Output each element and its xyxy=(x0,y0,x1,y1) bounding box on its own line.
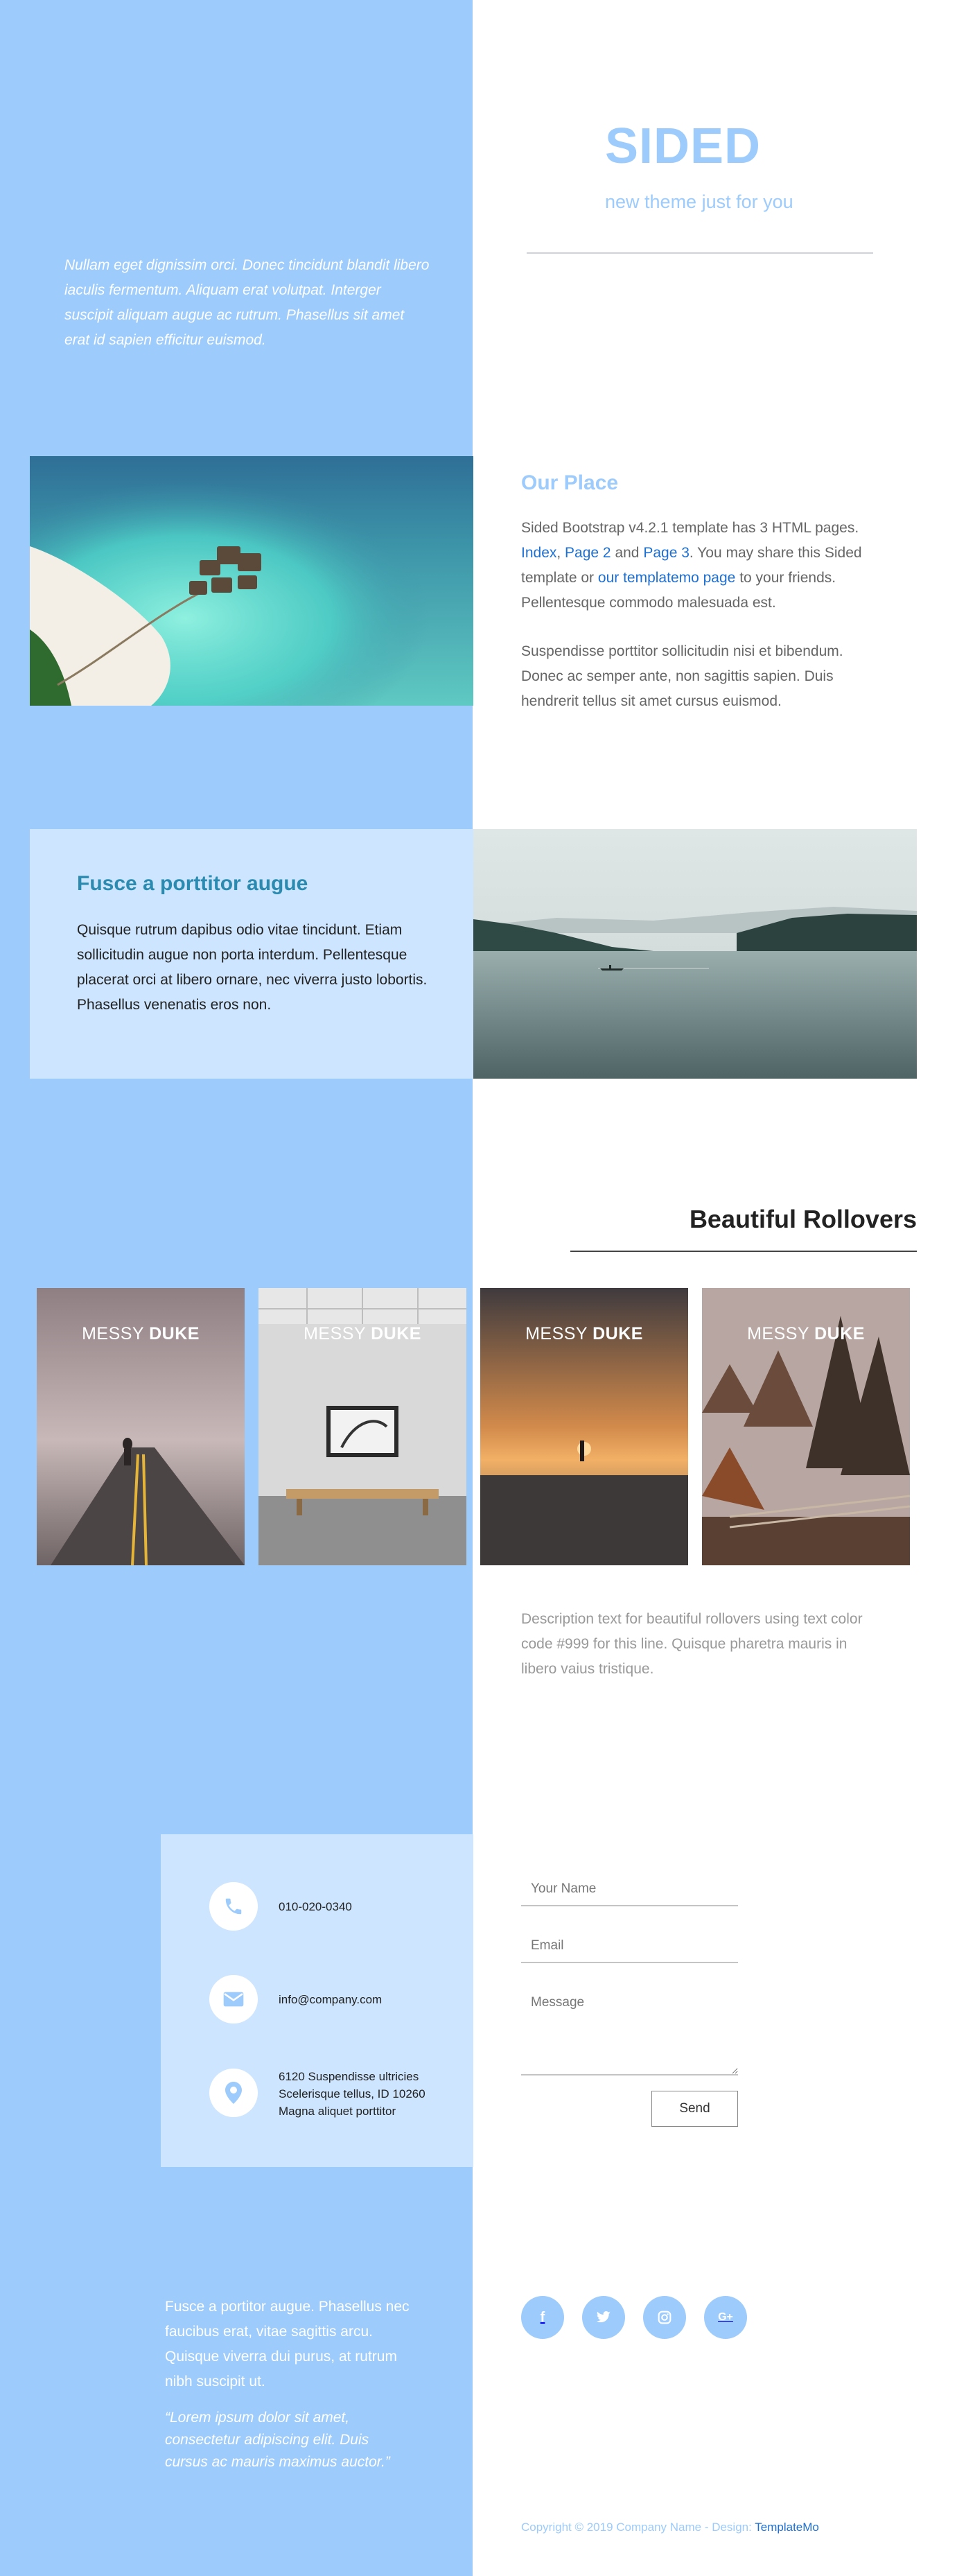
rollover-tile-gallery[interactable]: MESSY DUKE xyxy=(258,1288,466,1565)
our-place-text-separator: and xyxy=(611,545,644,561)
instagram-icon xyxy=(658,2310,671,2324)
message-textarea[interactable] xyxy=(521,1985,738,2075)
twitter-link[interactable] xyxy=(582,2296,625,2339)
phone-icon-circle xyxy=(209,1882,258,1931)
caption-bold: DUKE xyxy=(814,1324,865,1343)
hero-text: Nullam eget dignissim orci. Donec tincid… xyxy=(64,257,430,348)
island-resort-photo xyxy=(30,456,473,706)
our-place-text-part: Sided Bootstrap v4.2.1 template has 3 HT… xyxy=(521,520,859,536)
email-input[interactable] xyxy=(521,1930,738,1963)
our-place-paragraph-1: Sided Bootstrap v4.2.1 template has 3 HT… xyxy=(521,516,881,616)
rollover-caption: MESSY DUKE xyxy=(37,1324,245,1344)
caption-light: MESSY xyxy=(747,1324,809,1343)
address-icon-circle xyxy=(209,2069,258,2117)
our-place-text-separator: , xyxy=(556,545,565,561)
rollovers-title: Beautiful Rollovers xyxy=(689,1205,917,1233)
rollovers-divider xyxy=(570,1251,917,1252)
hero-divider xyxy=(527,252,873,254)
caption-light: MESSY xyxy=(82,1324,144,1343)
our-place-paragraph-2: Suspendisse porttitor sollicitudin nisi … xyxy=(521,643,843,709)
envelope-icon xyxy=(223,1992,244,2007)
fusce-text: Quisque rutrum dapibus odio vitae tincid… xyxy=(77,922,428,1013)
twitter-icon xyxy=(596,2311,611,2323)
facebook-link[interactable]: f xyxy=(521,2296,564,2339)
instagram-link[interactable] xyxy=(643,2296,686,2339)
map-marker-icon xyxy=(225,2082,242,2104)
footer-text: Fusce a portitor augue. Phasellus nec fa… xyxy=(165,2299,410,2390)
caption-light: MESSY xyxy=(304,1324,366,1343)
contact-email: info@company.com xyxy=(279,1993,383,2006)
page-3-link[interactable]: Page 3 xyxy=(643,545,690,561)
brand-subtitle: new theme just for you xyxy=(605,191,793,212)
address-line: 6120 Suspendisse ultricies xyxy=(279,2070,419,2083)
templatemo-credit-link[interactable]: TemplateMo xyxy=(755,2521,819,2534)
rollover-tile-sunset[interactable]: MESSY DUKE xyxy=(480,1288,688,1565)
rollover-tile-road[interactable]: MESSY DUKE xyxy=(37,1288,245,1565)
rollovers-description: Description text for beautiful rollovers… xyxy=(521,1611,863,1677)
brand-title: SIDED xyxy=(605,119,762,174)
google-plus-icon: G+ xyxy=(718,2311,733,2323)
rollover-caption: MESSY DUKE xyxy=(702,1324,910,1344)
contact-phone: 010-020-0340 xyxy=(279,1900,352,1913)
rollover-caption: MESSY DUKE xyxy=(480,1324,688,1344)
rollover-caption: MESSY DUKE xyxy=(258,1324,466,1344)
email-icon-circle xyxy=(209,1975,258,2024)
copyright-text: Copyright © 2019 Company Name - Design: xyxy=(521,2521,755,2534)
our-place-text: Sided Bootstrap v4.2.1 template has 3 HT… xyxy=(521,516,881,738)
page-2-link[interactable]: Page 2 xyxy=(565,545,611,561)
google-plus-link[interactable]: G+ xyxy=(704,2296,747,2339)
caption-bold: DUKE xyxy=(592,1324,643,1343)
address-line: Scelerisque tellus, ID 10260 xyxy=(279,2087,425,2100)
copyright: Copyright © 2019 Company Name - Design: … xyxy=(521,2521,819,2534)
facebook-icon: f xyxy=(540,2309,545,2325)
caption-bold: DUKE xyxy=(149,1324,200,1343)
fusce-title: Fusce a porttitor augue xyxy=(77,872,308,895)
send-button[interactable]: Send xyxy=(651,2091,738,2127)
lake-photo xyxy=(473,829,917,1079)
contact-address: 6120 Suspendisse ultricies Scelerisque t… xyxy=(279,2068,425,2120)
templatemo-link[interactable]: our templatemo page xyxy=(598,570,735,586)
address-line: Magna aliquet porttitor xyxy=(279,2105,396,2118)
index-link[interactable]: Index xyxy=(521,545,556,561)
footer-quote: “Lorem ipsum dolor sit amet, consectetur… xyxy=(165,2410,390,2470)
caption-light: MESSY xyxy=(525,1324,588,1343)
name-input[interactable] xyxy=(521,1873,738,1906)
caption-bold: DUKE xyxy=(371,1324,421,1343)
rollover-tile-forest[interactable]: MESSY DUKE xyxy=(702,1288,910,1565)
our-place-title: Our Place xyxy=(521,471,619,494)
phone-icon xyxy=(225,1898,242,1915)
